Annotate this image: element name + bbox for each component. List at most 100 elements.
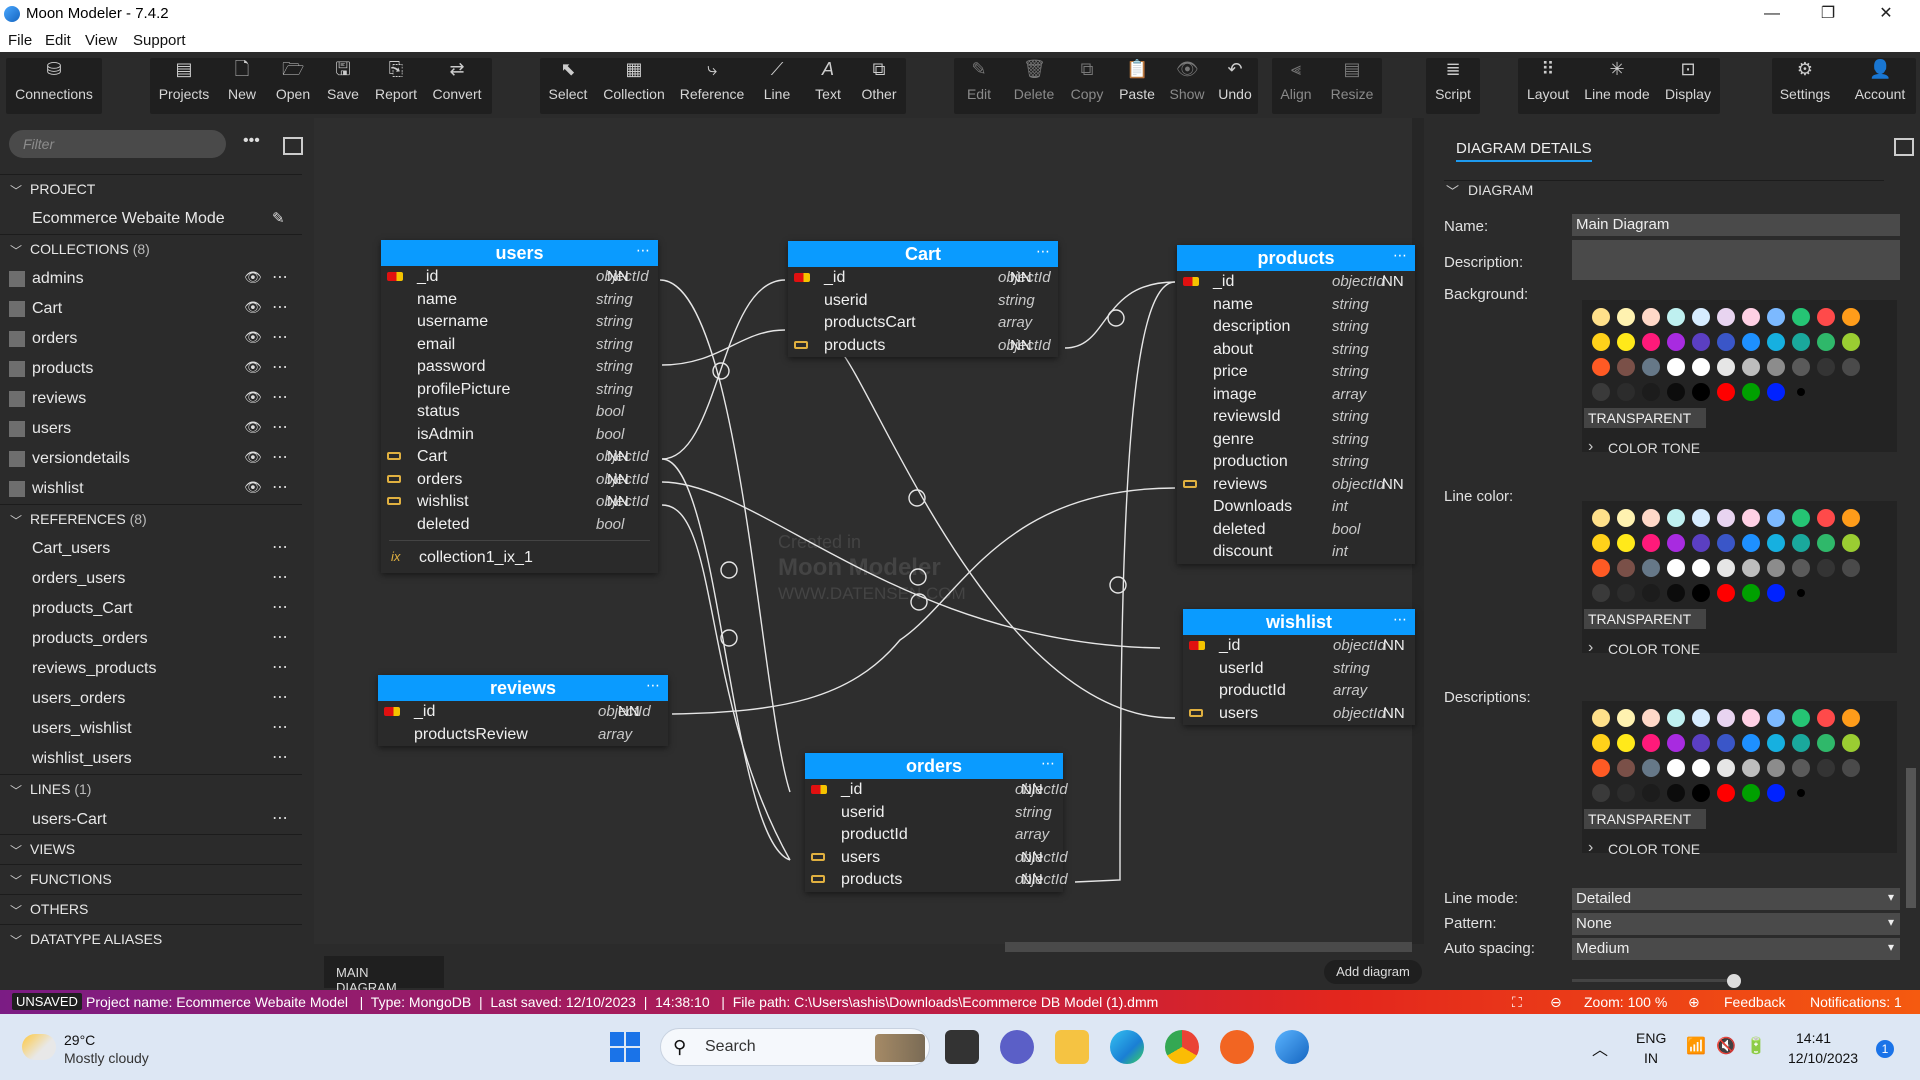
entity-field[interactable]: status bool — [381, 401, 658, 424]
color-swatch[interactable] — [1617, 308, 1635, 326]
color-swatch[interactable] — [1642, 333, 1660, 351]
color-swatch[interactable] — [1617, 734, 1635, 752]
entity-orders[interactable]: orders ⋯ _id objectId NN userid string productI… — [805, 753, 1068, 892]
color-swatch[interactable] — [1592, 333, 1610, 351]
tab-diagram-details[interactable]: DIAGRAM DETAILS — [1456, 140, 1592, 162]
color-swatch[interactable] — [1617, 534, 1635, 552]
color-swatch[interactable] — [1767, 559, 1785, 577]
color-swatch[interactable] — [1792, 333, 1810, 351]
more-icon[interactable]: ⋯ — [636, 237, 650, 263]
entity-cart[interactable]: Cart ⋯ _id objectId NN userid string productsCa… — [788, 241, 1058, 357]
color-swatch[interactable] — [1617, 709, 1635, 727]
color-swatch[interactable] — [1642, 709, 1660, 727]
color-swatch[interactable] — [1642, 509, 1660, 527]
color-swatch[interactable] — [1842, 333, 1860, 351]
color-swatch[interactable] — [1817, 509, 1835, 527]
color-swatch[interactable] — [1767, 383, 1785, 401]
entity-field[interactable]: image array — [1177, 384, 1415, 407]
color-swatch[interactable] — [1797, 789, 1805, 797]
line-mode-select[interactable]: Detailed — [1572, 888, 1900, 910]
entity-field[interactable]: _id objectId NN — [805, 779, 1068, 802]
color-swatch[interactable] — [1842, 308, 1860, 326]
color-swatch[interactable] — [1692, 734, 1710, 752]
descriptions-color-tone[interactable]: COLOR TONE — [1588, 839, 1700, 857]
battery-icon[interactable]: 🔋 — [1746, 1036, 1766, 1056]
color-swatch[interactable] — [1817, 333, 1835, 351]
entity-title[interactable]: products ⋯ — [1177, 245, 1415, 271]
color-swatch[interactable] — [1592, 358, 1610, 376]
moon-modeler-icon[interactable] — [1275, 1030, 1309, 1064]
color-swatch[interactable] — [1817, 534, 1835, 552]
color-swatch[interactable] — [1592, 784, 1610, 802]
color-swatch[interactable] — [1667, 584, 1685, 602]
clock-time[interactable]: 14:41 — [1796, 1030, 1831, 1046]
color-swatch[interactable] — [1767, 358, 1785, 376]
file-explorer-icon[interactable] — [1055, 1030, 1089, 1064]
entity-field[interactable]: price string — [1177, 361, 1415, 384]
entity-field[interactable]: reviewsId string — [1177, 406, 1415, 429]
color-swatch[interactable] — [1667, 784, 1685, 802]
zoom-in-icon[interactable]: ⊕ — [1688, 994, 1700, 1011]
color-swatch[interactable] — [1617, 333, 1635, 351]
color-swatch[interactable] — [1742, 734, 1760, 752]
color-swatch[interactable] — [1617, 358, 1635, 376]
start-icon[interactable] — [610, 1032, 640, 1062]
color-swatch[interactable] — [1692, 584, 1710, 602]
entity-products[interactable]: products ⋯ _id objectId NN name string descript… — [1177, 245, 1415, 564]
color-swatch[interactable] — [1642, 784, 1660, 802]
color-swatch[interactable] — [1592, 734, 1610, 752]
color-swatch[interactable] — [1717, 383, 1735, 401]
color-swatch[interactable] — [1792, 534, 1810, 552]
color-swatch[interactable] — [1742, 358, 1760, 376]
entity-wishlist[interactable]: wishlist ⋯ _id objectId NN userId string produc… — [1183, 609, 1415, 725]
color-swatch[interactable] — [1692, 709, 1710, 727]
color-swatch[interactable] — [1667, 534, 1685, 552]
right-panel-scrollbar[interactable] — [1906, 768, 1916, 908]
color-swatch[interactable] — [1817, 358, 1835, 376]
color-swatch[interactable] — [1692, 308, 1710, 326]
color-swatch[interactable] — [1717, 784, 1735, 802]
color-swatch[interactable] — [1667, 308, 1685, 326]
pattern-select[interactable]: None — [1572, 913, 1900, 935]
language-bottom[interactable]: IN — [1644, 1050, 1658, 1066]
color-swatch[interactable] — [1742, 509, 1760, 527]
mute-icon[interactable]: 🔇 — [1716, 1036, 1736, 1056]
color-swatch[interactable] — [1792, 509, 1810, 527]
chevron-down-icon[interactable]: ﹀ — [1446, 181, 1459, 200]
color-swatch[interactable] — [1617, 509, 1635, 527]
entity-title[interactable]: wishlist ⋯ — [1183, 609, 1415, 635]
name-input[interactable]: Main Diagram — [1572, 214, 1900, 236]
color-swatch[interactable] — [1797, 388, 1805, 396]
color-swatch[interactable] — [1692, 534, 1710, 552]
color-swatch[interactable] — [1817, 559, 1835, 577]
line-color-tone[interactable]: COLOR TONE — [1588, 639, 1700, 657]
color-swatch[interactable] — [1692, 383, 1710, 401]
entity-field[interactable]: Cart objectId NN — [381, 446, 658, 469]
color-swatch[interactable] — [1692, 759, 1710, 777]
color-swatch[interactable] — [1742, 584, 1760, 602]
color-swatch[interactable] — [1767, 759, 1785, 777]
entity-field[interactable]: isAdmin bool — [381, 424, 658, 447]
more-icon[interactable]: ⋯ — [1393, 606, 1407, 632]
color-swatch[interactable] — [1817, 759, 1835, 777]
color-swatch[interactable] — [1592, 383, 1610, 401]
color-swatch[interactable] — [1767, 584, 1785, 602]
taskbar-search[interactable]: ⚲ Search — [660, 1028, 930, 1066]
teams-icon[interactable] — [1000, 1030, 1034, 1064]
entity-field[interactable]: wishlist objectId NN — [381, 491, 658, 514]
color-swatch[interactable] — [1642, 759, 1660, 777]
color-swatch[interactable] — [1642, 559, 1660, 577]
entity-field[interactable]: username string — [381, 311, 658, 334]
entity-field[interactable]: _id objectId NN — [1177, 271, 1415, 294]
entity-title[interactable]: orders ⋯ — [805, 753, 1063, 779]
color-swatch[interactable] — [1667, 333, 1685, 351]
color-swatch[interactable] — [1667, 734, 1685, 752]
color-swatch[interactable] — [1617, 784, 1635, 802]
color-swatch[interactable] — [1792, 734, 1810, 752]
color-swatch[interactable] — [1842, 509, 1860, 527]
more-icon[interactable]: ⋯ — [646, 672, 660, 698]
weather-temp[interactable]: 29°C — [64, 1032, 95, 1048]
color-swatch[interactable] — [1617, 559, 1635, 577]
color-swatch[interactable] — [1797, 589, 1805, 597]
diagram-section[interactable]: DIAGRAM — [1468, 182, 1533, 198]
